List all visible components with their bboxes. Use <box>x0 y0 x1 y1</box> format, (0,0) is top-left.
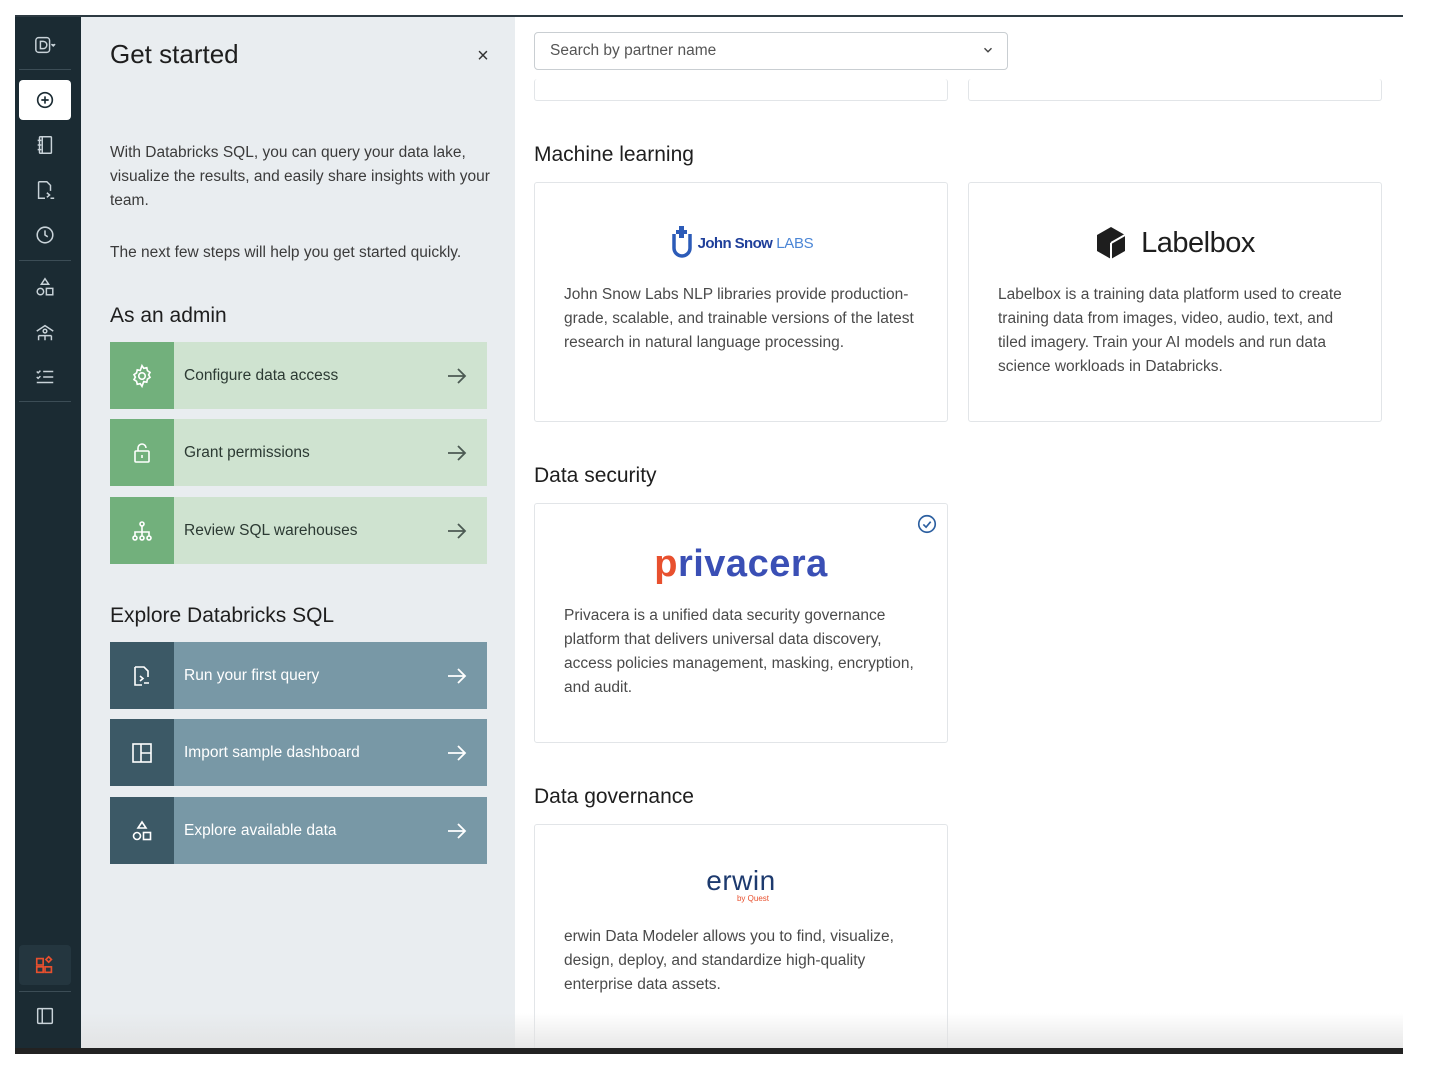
panel-title: Get started <box>110 39 239 69</box>
panel-intro: With Databricks SQL, you can query your … <box>110 144 490 209</box>
workspace-switcher[interactable] <box>19 25 71 65</box>
erwin-logo: erwin by Quest <box>706 865 776 903</box>
partner-card-partial[interactable] <box>534 79 948 101</box>
partner-card-partial[interactable] <box>968 79 1382 101</box>
hierarchy-icon <box>110 497 174 564</box>
partner-description: Labelbox is a training data platform use… <box>998 286 1342 375</box>
gear-icon <box>110 342 174 409</box>
arrow-right-icon <box>427 519 487 543</box>
sidebar-icon <box>36 1007 54 1025</box>
arrow-right-icon <box>427 819 487 843</box>
step-label: Run your first query <box>184 666 320 684</box>
window-bottom-edge <box>15 1048 1403 1054</box>
step-label: Grant permissions <box>184 443 310 461</box>
alerts-nav[interactable] <box>19 357 71 397</box>
admin-heading: As an admin <box>110 304 227 327</box>
nav-rail <box>15 17 81 1053</box>
partner-connect-nav[interactable] <box>19 945 71 985</box>
partner-connect-main: Search by partner name Machine learning … <box>515 17 1403 1053</box>
catalog-nav[interactable] <box>19 267 71 307</box>
import-sample-dashboard-step[interactable]: Import sample dashboard <box>110 719 487 786</box>
run-first-query-step[interactable]: Run your first query <box>110 642 487 709</box>
john-snow-labs-logo: John Snow LABS <box>535 223 947 263</box>
partner-description: Privacera is a unified data security gov… <box>564 607 914 696</box>
arrow-right-icon <box>427 741 487 765</box>
step-label: Import sample dashboard <box>184 743 360 761</box>
query-history-nav[interactable] <box>19 215 71 255</box>
arrow-right-icon <box>427 364 487 388</box>
partner-description: John Snow Labs NLP libraries provide pro… <box>564 286 914 351</box>
app-window: Get started × With Databricks SQL, you c… <box>15 15 1403 1053</box>
queries-nav[interactable] <box>19 170 71 210</box>
section-heading-machine-learning: Machine learning <box>534 143 694 166</box>
search-placeholder: Search by partner name <box>550 42 717 59</box>
close-button[interactable]: × <box>471 44 495 68</box>
section-heading-data-governance: Data governance <box>534 785 694 808</box>
dashboard-icon <box>110 719 174 786</box>
checklist-icon <box>36 370 54 384</box>
arrow-right-icon <box>427 664 487 688</box>
step-label: Review SQL warehouses <box>184 521 358 539</box>
clock-icon <box>36 226 54 244</box>
partner-card-erwin[interactable]: erwin by Quest erwin Data Modeler allows… <box>534 824 948 1053</box>
query-file-icon <box>110 642 174 709</box>
chevron-down-icon <box>981 43 995 62</box>
close-icon: × <box>477 44 489 67</box>
new-button[interactable] <box>19 80 71 120</box>
databricks-logo-icon <box>35 36 56 54</box>
privacera-logo: pprivacerarivacera <box>654 542 828 585</box>
partner-description: erwin Data Modeler allows you to find, v… <box>564 928 894 993</box>
partner-card-labelbox[interactable]: Labelbox Labelbox is a training data pla… <box>968 182 1382 422</box>
search-input[interactable]: Search by partner name <box>534 32 1008 70</box>
query-file-icon <box>37 181 55 199</box>
configure-data-access-step[interactable]: Configure data access <box>110 342 487 409</box>
warehouses-nav[interactable] <box>19 312 71 352</box>
review-sql-warehouses-step[interactable]: Review SQL warehouses <box>110 497 487 564</box>
partner-card-john-snow-labs[interactable]: John Snow LABS John Snow Labs NLP librar… <box>534 182 948 422</box>
step-label: Configure data access <box>184 366 339 384</box>
partner-connect-icon <box>35 955 53 974</box>
sql-editor-nav[interactable] <box>19 125 71 165</box>
step-label: Explore available data <box>184 821 337 839</box>
connected-check-icon <box>916 513 938 540</box>
shapes-icon <box>36 277 54 296</box>
sidebar-toggle[interactable] <box>19 996 71 1036</box>
section-heading-data-security: Data security <box>534 464 657 487</box>
panel-next-steps: The next few steps will help you get sta… <box>110 244 462 261</box>
shapes-icon <box>110 797 174 864</box>
grant-permissions-step[interactable]: Grant permissions <box>110 419 487 486</box>
notebook-icon <box>37 136 53 154</box>
explore-available-data-step[interactable]: Explore available data <box>110 797 487 864</box>
arrow-right-icon <box>427 441 487 465</box>
warehouse-icon <box>36 324 54 341</box>
partner-card-privacera[interactable]: pprivacerarivacera Privacera is a unifie… <box>534 503 948 743</box>
get-started-panel: Get started × With Databricks SQL, you c… <box>81 17 515 1053</box>
labelbox-logo: Labelbox <box>969 223 1381 263</box>
plus-circle-icon <box>36 91 54 109</box>
explore-heading: Explore Databricks SQL <box>110 604 335 627</box>
lock-icon <box>110 419 174 486</box>
